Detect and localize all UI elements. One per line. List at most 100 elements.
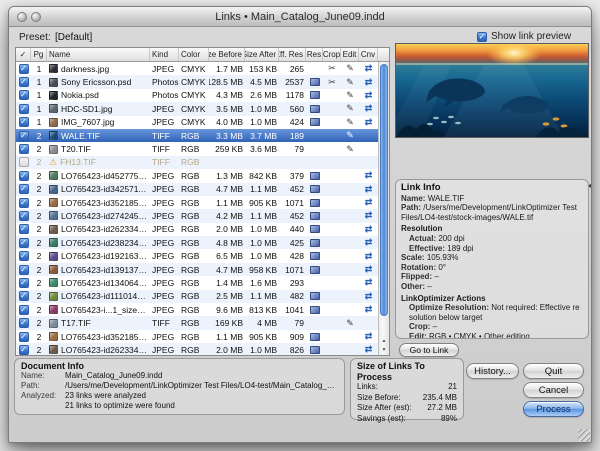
crop-icon: ✂	[328, 78, 336, 87]
row-checkbox-cell	[16, 263, 31, 276]
row-checkbox[interactable]	[19, 77, 29, 87]
scale-label: Scale:	[401, 253, 425, 262]
table-scrollbar[interactable]: ▲ ▼	[378, 62, 389, 355]
row-checkbox[interactable]	[19, 64, 29, 74]
column-header-eff-res[interactable]: Eff. Res	[279, 48, 306, 61]
column-header-kind[interactable]: Kind	[150, 48, 179, 61]
column-header-page[interactable]: Pg	[31, 48, 47, 61]
row-checkbox[interactable]	[19, 291, 29, 301]
row-kind: JPEG	[150, 236, 179, 249]
row-page-number: 2	[31, 290, 47, 303]
preset-menu[interactable]: [Default]	[55, 32, 92, 43]
column-header-check[interactable]: ✓	[16, 48, 31, 61]
row-checkbox[interactable]	[19, 90, 29, 100]
row-checkbox[interactable]	[19, 332, 29, 342]
row-checkbox[interactable]	[19, 251, 29, 261]
row-checkbox[interactable]	[19, 345, 29, 355]
row-checkbox[interactable]	[19, 157, 29, 167]
row-crop-action-cell	[323, 209, 341, 222]
show-link-preview-checkbox[interactable]	[477, 32, 487, 42]
row-checkbox[interactable]	[19, 278, 29, 288]
row-convert-action-cell: ⇄	[359, 116, 378, 129]
table-row[interactable]: 2LO765423-id238234.jpgJPEGRGB4.8 MB1.0 M…	[16, 236, 378, 249]
row-kind: JPEG	[150, 303, 179, 316]
row-convert-action-cell	[359, 156, 378, 169]
table-row[interactable]: 2⚠FH13.TIFTIFFRGB	[16, 156, 378, 169]
links-table-body: 1darkness.jpgJPEGCMYK1.7 MB153 KB265✂✎⇄1…	[16, 62, 378, 355]
row-checkbox-cell	[16, 249, 31, 262]
row-checkbox[interactable]	[19, 117, 29, 127]
table-row[interactable]: 2LO765423-id1340645.jpgJPEGRGB1.4 MB1.6 …	[16, 276, 378, 289]
table-row[interactable]: 2LO765423-id262334.jpgJPEGRGB2.0 MB1.0 M…	[16, 343, 378, 356]
row-file-name: LO765423-id1340645.jpg	[61, 278, 148, 288]
column-header-size-before[interactable]: Size Before	[209, 48, 245, 61]
column-header-name[interactable]: Name	[47, 48, 150, 61]
history-button[interactable]: History...	[466, 363, 519, 379]
resize-grip[interactable]	[578, 429, 590, 441]
table-row[interactable]: 1HDC-SD1.jpgJPEGCMYK3.5 MB1.0 MB560✎⇄	[16, 102, 378, 115]
scrollbar-thumb[interactable]	[380, 64, 388, 316]
row-checkbox[interactable]	[19, 184, 29, 194]
row-effective-resolution: 1178	[279, 89, 306, 102]
column-header-cnv[interactable]: Cnv	[359, 48, 378, 61]
resample-icon	[310, 105, 320, 113]
row-checkbox[interactable]	[19, 305, 29, 315]
table-row[interactable]: 2T17.TIFTIFFRGB169 KB4 MB79✎	[16, 316, 378, 329]
table-row[interactable]: 2LO765423-id3521851.jpgJPEGRGB1.1 MB905 …	[16, 330, 378, 343]
column-header-res[interactable]: Res	[306, 48, 323, 61]
crop-action-value: –	[433, 322, 437, 331]
table-row[interactable]: 2WALE.TIFTIFFRGB3.3 MB3.7 MB189✎	[16, 129, 378, 142]
doc-path-label: Path:	[21, 381, 65, 391]
row-checkbox[interactable]	[19, 104, 29, 114]
quit-button[interactable]: Quit	[523, 363, 584, 379]
column-header-edit[interactable]: Edit	[341, 48, 359, 61]
table-row[interactable]: 2LO765423-id13913701.jpgJPEGRGB4.7 MB958…	[16, 263, 378, 276]
row-size-before: 1.4 MB	[209, 276, 245, 289]
row-checkbox[interactable]	[19, 318, 29, 328]
table-row[interactable]: 1Nokia.psdPhotoshopCMYK4.3 MB2.6 MB1178✎…	[16, 89, 378, 102]
row-checkbox[interactable]	[19, 224, 29, 234]
table-row[interactable]: 1darkness.jpgJPEGCMYK1.7 MB153 KB265✂✎⇄	[16, 62, 378, 75]
scroll-up-button[interactable]: ▲	[379, 337, 389, 346]
show-link-preview[interactable]: Show link preview	[477, 31, 571, 42]
column-header-color[interactable]: Color	[179, 48, 209, 61]
table-row[interactable]: 2LO765423-id19216341.jpgJPEGRGB6.5 MB1.0…	[16, 249, 378, 262]
row-checkbox[interactable]	[19, 198, 29, 208]
table-row[interactable]: 1Sony Ericsson.psdPhotoshopCMYK128.5 MB4…	[16, 75, 378, 88]
column-header-size-after[interactable]: Size After	[245, 48, 279, 61]
scroll-down-button[interactable]: ▼	[379, 346, 389, 355]
table-row[interactable]: 2T20.TIFTIFFRGB259 KB3.6 MB79✎	[16, 142, 378, 155]
row-page-number: 1	[31, 116, 47, 129]
table-row[interactable]: 2LO765423-id3521851.jpgJPEGRGB1.1 MB905 …	[16, 196, 378, 209]
row-kind: Photoshop	[150, 75, 179, 88]
table-row[interactable]: 2LO765423-id11101401.jpgJPEGRGB2.5 MB1.1…	[16, 290, 378, 303]
row-checkbox[interactable]	[19, 131, 29, 141]
row-page-number: 2	[31, 236, 47, 249]
row-size-after: 1.6 MB	[245, 276, 279, 289]
row-checkbox[interactable]	[19, 211, 29, 221]
row-size-after: 3.6 MB	[245, 142, 279, 155]
table-row[interactable]: 2LO765423-id262334.jpgJPEGRGB2.0 MB1.0 M…	[16, 223, 378, 236]
cancel-button[interactable]: Cancel	[523, 382, 584, 398]
row-color-space: RGB	[179, 169, 209, 182]
row-res-action-cell	[306, 89, 323, 102]
row-checkbox[interactable]	[19, 171, 29, 181]
table-row[interactable]: 2LO765423-id4527751.jpgJPEGRGB1.3 MB842 …	[16, 169, 378, 182]
edit-icon: ✎	[346, 131, 354, 140]
row-checkbox[interactable]	[19, 144, 29, 154]
title-bar[interactable]: Links • Main_Catalog_June09.indd	[9, 7, 591, 27]
table-row[interactable]: 2LO765423-i...1_size4.jpgJPEGRGB9.6 MB81…	[16, 303, 378, 316]
table-row[interactable]: 2LO765423-id3425711.jpgJPEGRGB4.7 MB1.1 …	[16, 183, 378, 196]
go-to-link-button[interactable]: Go to Link	[399, 343, 459, 357]
column-header-crop[interactable]: Crop	[323, 48, 341, 61]
row-checkbox[interactable]	[19, 238, 29, 248]
table-row[interactable]: 1IMG_7607.jpgJPEGCMYK4.0 MB1.0 MB424✎⇄	[16, 116, 378, 129]
table-row[interactable]: 2LO765423-id2742451.jpgJPEGRGB4.2 MB1.1 …	[16, 209, 378, 222]
process-button[interactable]: Process	[523, 401, 584, 417]
row-checkbox[interactable]	[19, 265, 29, 275]
row-crop-action-cell	[323, 183, 341, 196]
file-thumbnail-icon	[49, 198, 58, 207]
row-convert-action-cell: ⇄	[359, 196, 378, 209]
row-crop-action-cell	[323, 102, 341, 115]
row-file-name: LO765423-id19216341.jpg	[61, 251, 148, 261]
